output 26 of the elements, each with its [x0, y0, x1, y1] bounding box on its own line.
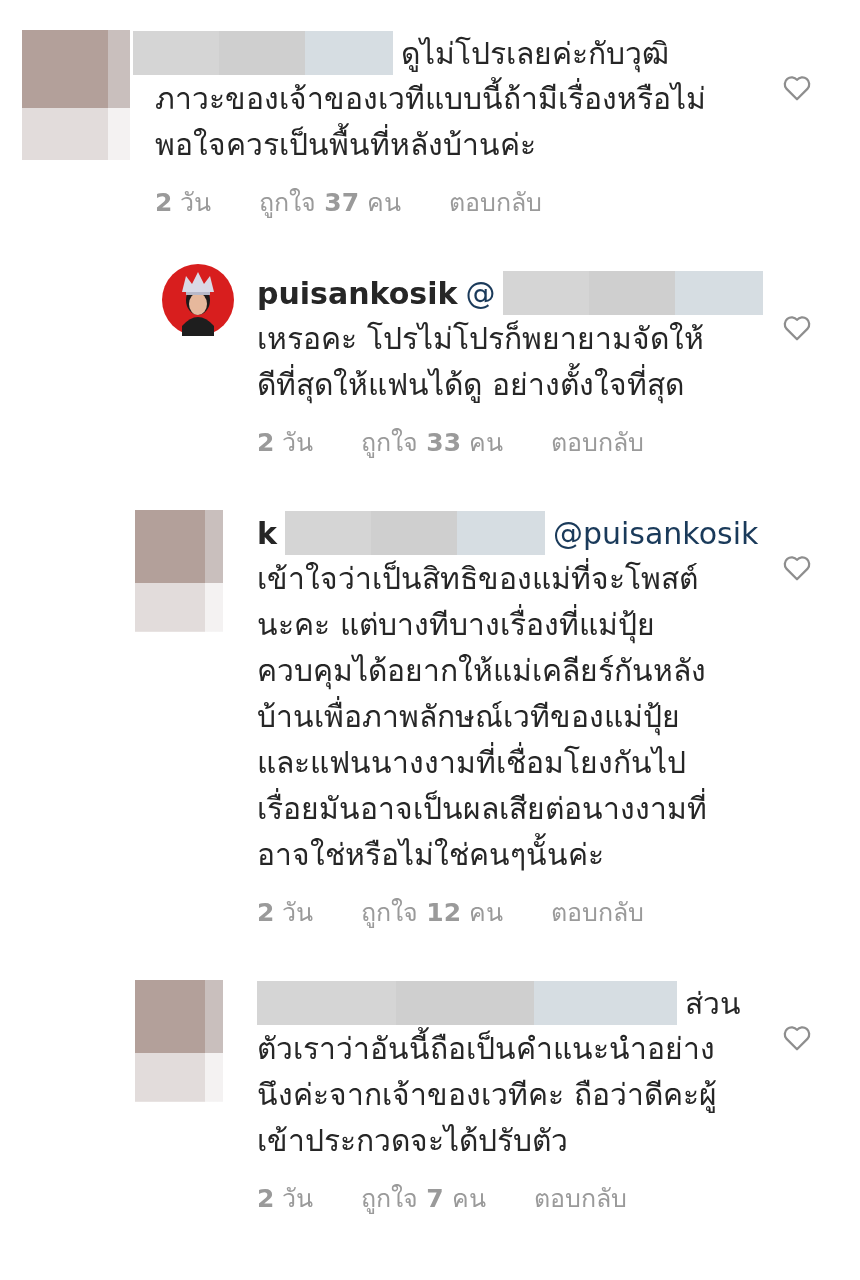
reply-link[interactable]: ตอบกลับ: [551, 892, 645, 932]
comment-time: 2 วัน: [257, 897, 314, 929]
mention-link[interactable]: @: [465, 275, 496, 311]
heart-icon[interactable]: [782, 1024, 812, 1052]
comment-text: ดูไม่โปรเลยค่ะกับวุฒิ: [401, 34, 669, 75]
comment-text: ภาวะของเจ้าของเวทีแบบนี้ถ้ามีเรื่องหรือไม่ พอใจควรเป็นพื้นที่หลังบ้านค่ะ: [155, 76, 770, 168]
comment-time: 2 วัน: [257, 1183, 314, 1215]
like-count[interactable]: ถูกใจ 33 คน: [361, 422, 504, 462]
comment-time: 2 วัน: [155, 187, 212, 219]
heart-icon[interactable]: [782, 554, 812, 582]
reply-link[interactable]: ตอบกลับ: [551, 422, 645, 462]
like-count[interactable]: ถูกใจ 37 คน: [259, 182, 402, 222]
comment-text: ส่วน: [685, 984, 741, 1023]
reply-link[interactable]: ตอบกลับ: [449, 182, 543, 222]
comment-text: ตัวเราว่าอันนี้ถือเป็นคำแนะนำอย่าง นึงค่ะจากเจ้าของเวทีคะ ถือว่าดีคะผู้ เข้าประกวดจะได้ปรับตัว: [257, 1026, 770, 1164]
comment-text: เข้าใจว่าเป็นสิทธิของแม่ที่จะโพสต์ นะคะ แต่บางทีบางเรื่องที่แม่ปุ้ย ควบคุมได้อยากให้แม่เคลียร์กันหลัง บ้านเพื่อภาพลักษณ์เวทีของแม่ปุ้ย และแฟนนางงามที่เชื่อมโยงกันไป เรื่อยมันอาจเป็นผลเสียต่อนางงามที่ อาจใช่หรือไม่ใช่คนๆนั้นค่ะ: [257, 556, 770, 878]
comment-text: เหรอคะ โปรไม่โปรก็พยายามจัดให้ ดีที่สุดให้แฟนได้ดู อย่างตั้งใจที่สุด: [257, 319, 705, 406]
comment-time: 2 วัน: [257, 427, 314, 459]
like-count[interactable]: ถูกใจ 7 คน: [361, 1178, 486, 1218]
like-count[interactable]: ถูกใจ 12 คน: [361, 892, 504, 932]
heart-icon[interactable]: [782, 314, 812, 342]
username[interactable]: puisankosik: [257, 275, 458, 311]
heart-icon[interactable]: [782, 74, 812, 102]
username[interactable]: k: [257, 515, 277, 551]
reply-link[interactable]: ตอบกลับ: [533, 1178, 627, 1218]
mention-link[interactable]: @puisankosik: [552, 515, 759, 551]
